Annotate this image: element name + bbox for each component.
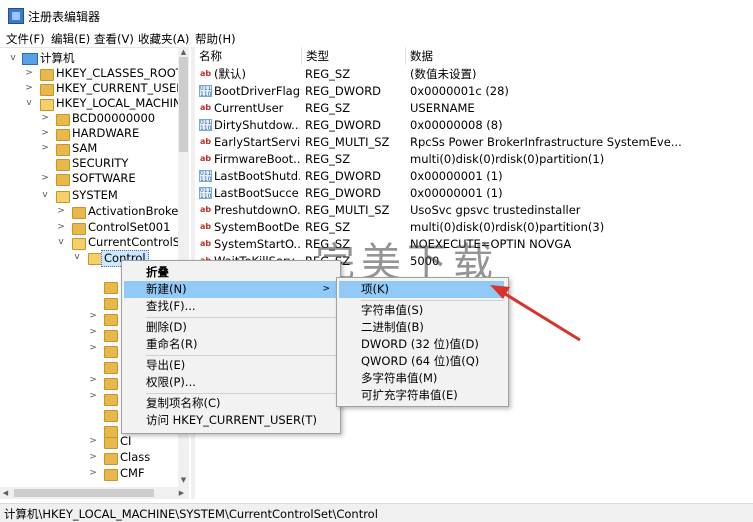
status-path: 计算机\HKEY_LOCAL_MACHINE\SYSTEM\CurrentCon… xyxy=(4,507,378,521)
annotation-arrow xyxy=(490,285,581,342)
status-bar: 计算机\HKEY_LOCAL_MACHINE\SYSTEM\CurrentCon… xyxy=(0,503,753,522)
annotation-arrow-head xyxy=(490,285,510,299)
annotation-arrow-line xyxy=(501,290,581,342)
